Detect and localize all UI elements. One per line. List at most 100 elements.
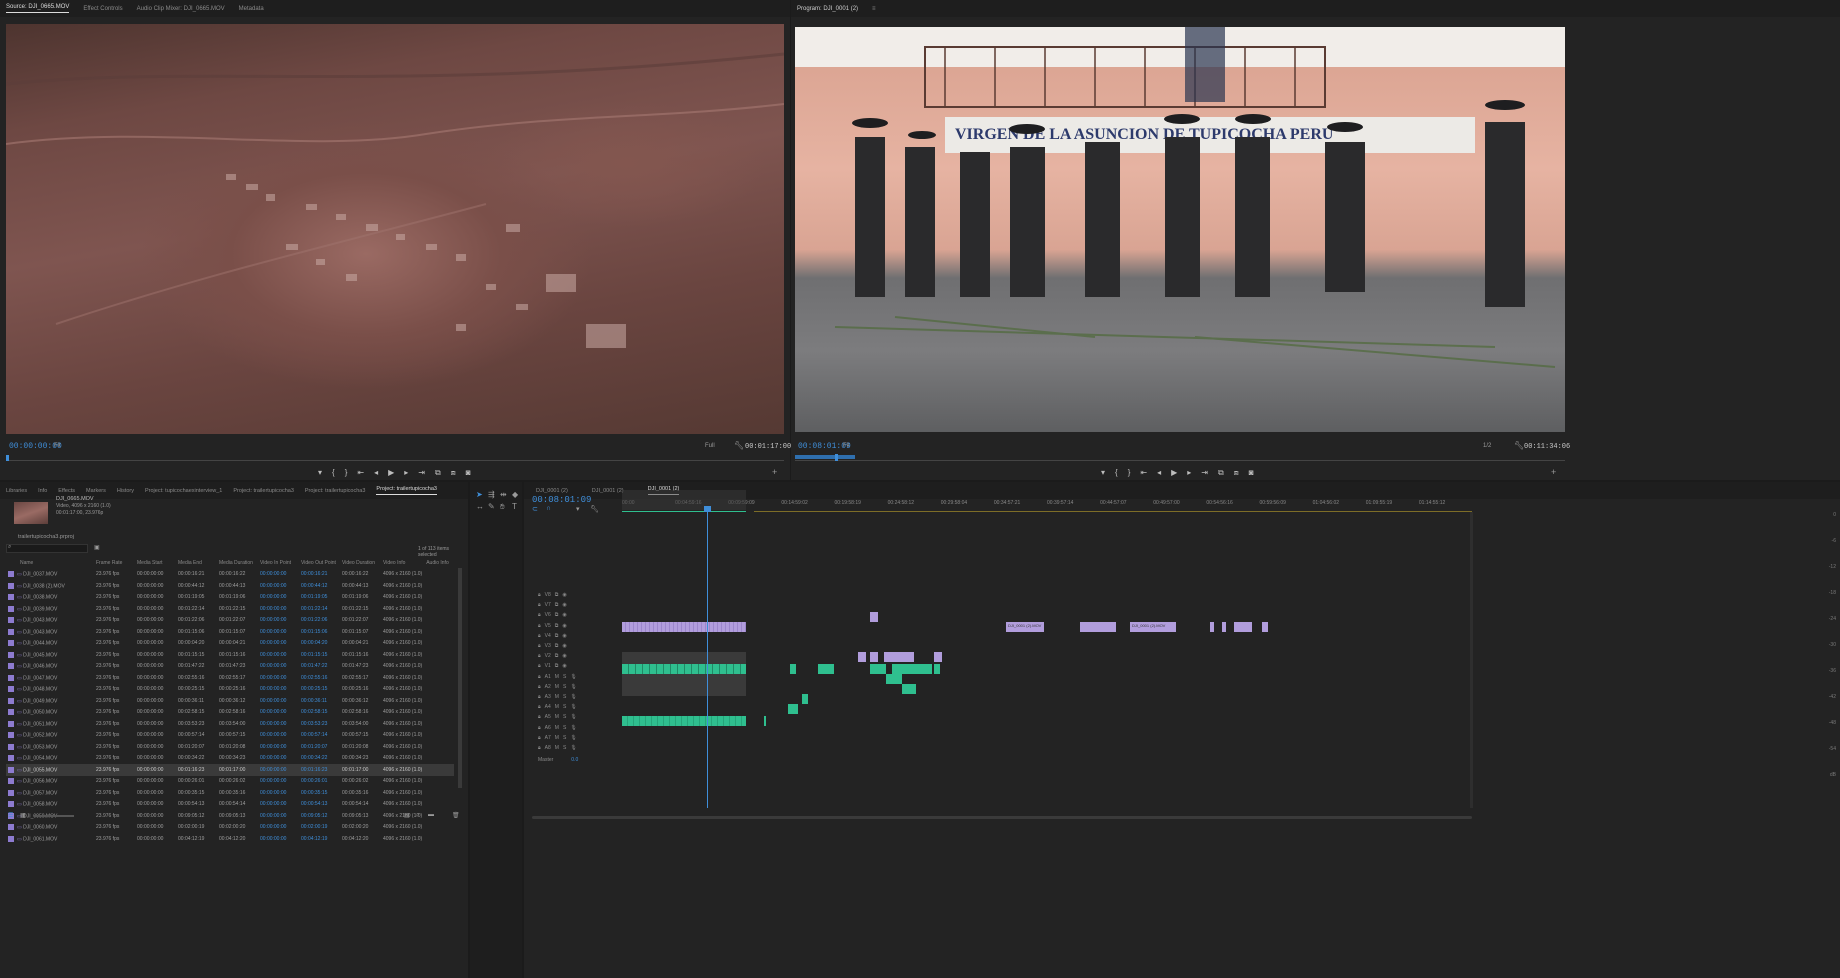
mute-button[interactable]: M [555, 725, 559, 731]
lock-icon[interactable]: 🔒︎ [538, 592, 541, 598]
tab-project-1[interactable]: Project: tupicochaexinterview_1 [145, 488, 222, 494]
folder-icon[interactable]: ▬ [428, 812, 434, 818]
track-label[interactable]: A2 [545, 684, 551, 690]
project-scrollbar[interactable] [458, 568, 462, 788]
clip-color-swatch[interactable] [8, 697, 14, 704]
tab-effect-controls[interactable]: Effect Controls [83, 6, 122, 12]
wrench-icon[interactable]: 🔧︎ [1514, 441, 1524, 450]
tab-sequence-2[interactable]: DJI_0001 (2) [592, 488, 624, 494]
eye-icon[interactable]: ◉ [562, 633, 566, 639]
eye-icon[interactable]: ◉ [562, 602, 566, 608]
snap-icon[interactable]: ⊂ [532, 505, 538, 513]
clip-color-swatch[interactable] [8, 674, 14, 681]
lock-icon[interactable]: 🔒︎ [538, 684, 541, 690]
track-label[interactable]: A6 [545, 725, 551, 731]
master-volume[interactable]: 0.0 [571, 757, 578, 763]
timeline-playhead[interactable] [707, 508, 708, 808]
track-label[interactable]: A5 [545, 714, 551, 720]
sync-lock-icon[interactable]: ⧉ [555, 663, 559, 669]
audio-clip[interactable] [934, 664, 940, 674]
col-media-duration[interactable]: Media Duration [217, 557, 258, 569]
track-label[interactable]: V5 [545, 623, 551, 629]
add-button-icon[interactable]: + [1551, 467, 1556, 477]
insert-icon[interactable]: ⧉ [435, 468, 441, 478]
lift-icon[interactable]: ⧉ [1218, 468, 1224, 478]
solo-button[interactable]: S [563, 725, 566, 731]
audio-clip[interactable] [818, 664, 834, 674]
razor-tool-icon[interactable]: ◆ [512, 490, 518, 499]
col-video-out[interactable]: Video Out Point [299, 557, 340, 569]
tab-libraries[interactable]: Libraries [6, 488, 27, 494]
clip-color-swatch[interactable] [8, 743, 14, 750]
table-row[interactable]: ▭ DJI_0037.MOV 23.976 fps 00:00:00:00 00:00… [6, 569, 454, 581]
audio-clip[interactable] [788, 704, 798, 714]
video-clip[interactable] [622, 622, 746, 632]
solo-button[interactable]: S [563, 745, 566, 751]
add-button-icon[interactable]: + [772, 467, 777, 477]
camera-icon[interactable]: ◙ [1249, 468, 1254, 478]
solo-button[interactable]: S [563, 684, 566, 690]
tab-source[interactable]: Source: DJI_0665.MOV [6, 4, 70, 13]
program-playhead[interactable] [835, 454, 838, 461]
table-row[interactable]: ▭ DJI_0047.MOV 23.976 fps 00:00:00:00 00:02… [6, 672, 454, 684]
program-scrubber[interactable] [795, 460, 1565, 461]
table-row[interactable]: ▭ DJI_0053.MOV 23.976 fps 00:00:00:00 00:01… [6, 741, 454, 753]
sync-lock-icon[interactable]: ⧉ [555, 602, 559, 608]
clip-color-swatch[interactable] [8, 778, 14, 785]
lock-icon[interactable]: 🔒︎ [538, 725, 541, 731]
source-quality-dropdown[interactable]: Full [705, 443, 715, 449]
mute-button[interactable]: M [555, 735, 559, 741]
program-quality-dropdown[interactable]: 1/2 [1483, 443, 1491, 449]
audio-clip[interactable] [622, 664, 746, 674]
table-row[interactable]: ▭ DJI_0061.MOV 23.976 fps 00:00:00:00 00:04… [6, 833, 454, 845]
selection-tool-icon[interactable]: ➤ [476, 490, 483, 499]
table-row[interactable]: ▭ DJI_0054.MOV 23.976 fps 00:00:00:00 00:00… [6, 753, 454, 765]
mute-button[interactable]: M [555, 714, 559, 720]
camera-icon[interactable]: ◙ [466, 468, 471, 478]
col-media-end[interactable]: Media End [176, 557, 217, 569]
track-label[interactable]: V4 [545, 633, 551, 639]
playhead-handle[interactable] [704, 506, 711, 512]
mic-icon[interactable]: 🎙︎ [570, 735, 576, 741]
go-to-in-icon[interactable]: ⇤ [1140, 468, 1147, 478]
table-row[interactable]: ▭ DJI_0038 (2).MOV 23.976 fps 00:00:00:00 0… [6, 580, 454, 592]
mute-button[interactable]: M [555, 684, 559, 690]
clip-color-swatch[interactable] [8, 720, 14, 727]
lock-icon[interactable]: 🔒︎ [538, 653, 541, 659]
overwrite-icon[interactable]: ⧈ [451, 468, 456, 478]
table-row[interactable]: ▭ DJI_0052.MOV 23.976 fps 00:00:00:00 00:00… [6, 730, 454, 742]
lock-icon[interactable]: 🔒︎ [538, 602, 541, 608]
table-row[interactable]: ▭ DJI_0044.MOV 23.976 fps 00:00:00:00 00:00… [6, 638, 454, 650]
table-row[interactable]: ▭ DJI_0057.MOV 23.976 fps 00:00:00:00 00:00… [6, 787, 454, 799]
track-label[interactable]: V2 [545, 653, 551, 659]
video-clip[interactable] [1234, 622, 1252, 632]
source-fit-dropdown[interactable]: Fit [54, 443, 61, 449]
clip-color-swatch[interactable] [8, 766, 14, 773]
extract-icon[interactable]: ⧈ [1234, 468, 1239, 478]
table-row[interactable]: ▭ DJI_0045.MOV 23.976 fps 00:00:00:00 00:01… [6, 649, 454, 661]
table-row[interactable]: ▭ DJI_0043.MOV 23.976 fps 00:00:00:00 00:01… [6, 615, 454, 627]
tab-sequence-1[interactable]: DJI_0001 (2) [536, 488, 568, 494]
solo-button[interactable]: S [563, 704, 566, 710]
lock-icon[interactable]: 🔒︎ [538, 694, 541, 700]
table-row[interactable]: ▭ DJI_0055.MOV 23.976 fps 00:00:00:00 00:01… [6, 764, 455, 776]
go-to-out-icon[interactable]: ⇥ [418, 468, 425, 478]
col-frame-rate[interactable]: Frame Rate [94, 557, 135, 569]
video-clip[interactable] [884, 652, 914, 662]
list-view-icon[interactable]: ☰ [8, 812, 13, 819]
video-clip[interactable] [1080, 622, 1116, 632]
audio-clip[interactable] [886, 674, 902, 684]
clip-color-swatch[interactable] [8, 755, 14, 762]
track-select-icon[interactable]: ⇶ [488, 490, 495, 499]
audio-clip[interactable] [870, 664, 886, 674]
table-row[interactable]: ▭ DJI_0049.MOV 23.976 fps 00:00:00:00 00:00… [6, 695, 454, 707]
mic-icon[interactable]: 🎙︎ [570, 725, 576, 731]
find-icon[interactable]: ⌕ [416, 812, 419, 819]
tab-audio-clip-mixer[interactable]: Audio Clip Mixer: DJI_0665.MOV [137, 6, 225, 12]
eye-icon[interactable]: ◉ [562, 592, 566, 598]
track-label[interactable]: V3 [545, 643, 551, 649]
ripple-edit-icon[interactable]: ⇹ [500, 490, 507, 499]
clip-color-swatch[interactable] [8, 824, 14, 831]
audio-clip[interactable] [622, 716, 746, 726]
timeline-v-scrollbar[interactable] [1470, 512, 1473, 808]
